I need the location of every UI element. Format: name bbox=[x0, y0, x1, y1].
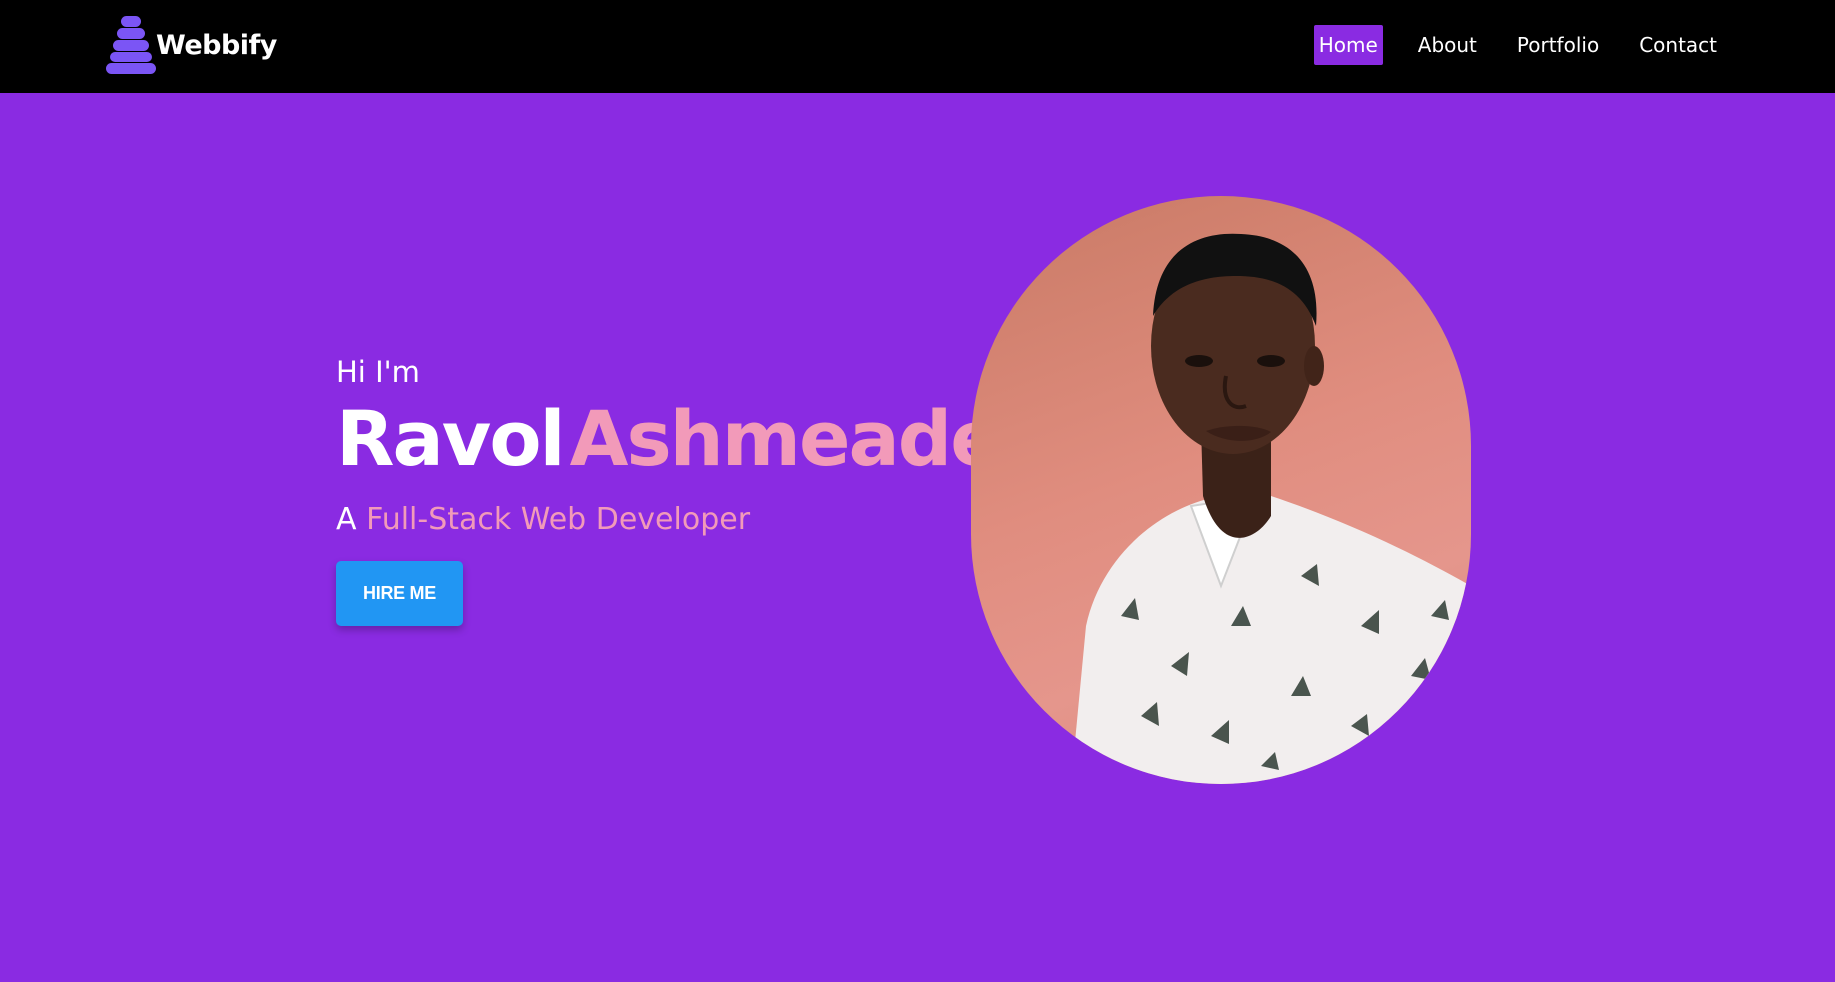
hero-role-prefix: A bbox=[336, 502, 357, 537]
nav-contact-link[interactable]: Contact bbox=[1634, 25, 1722, 65]
hero-role: A Full-Stack Web Developer bbox=[336, 505, 1000, 535]
main-nav: Home About Portfolio Contact bbox=[1313, 25, 1722, 65]
nav-portfolio-link[interactable]: Portfolio bbox=[1512, 25, 1604, 65]
profile-photo-illustration bbox=[1071, 233, 1471, 784]
hero-name: RavolAshmeade bbox=[336, 401, 1002, 477]
profile-photo bbox=[971, 196, 1471, 784]
hero-last-name: Ashmeade bbox=[569, 394, 1002, 483]
hero-intro: Hi I'm RavolAshmeade A Full-Stack Web De… bbox=[336, 355, 1002, 626]
hero-first-name: Ravol bbox=[336, 394, 566, 483]
nav-home-link[interactable]: Home bbox=[1313, 25, 1383, 65]
hire-me-button[interactable]: HIRE ME bbox=[336, 561, 463, 626]
hero-greeting: Hi I'm bbox=[336, 355, 420, 389]
nav-about-link[interactable]: About bbox=[1413, 25, 1482, 65]
navbar: Webbify Home About Portfolio Contact bbox=[0, 0, 1835, 93]
brand-logo-link[interactable]: Webbify bbox=[106, 16, 277, 74]
brand-name: Webbify bbox=[156, 29, 277, 61]
stacked-stones-icon bbox=[106, 16, 156, 74]
hero-role-title: Full-Stack Web Developer bbox=[366, 502, 751, 537]
